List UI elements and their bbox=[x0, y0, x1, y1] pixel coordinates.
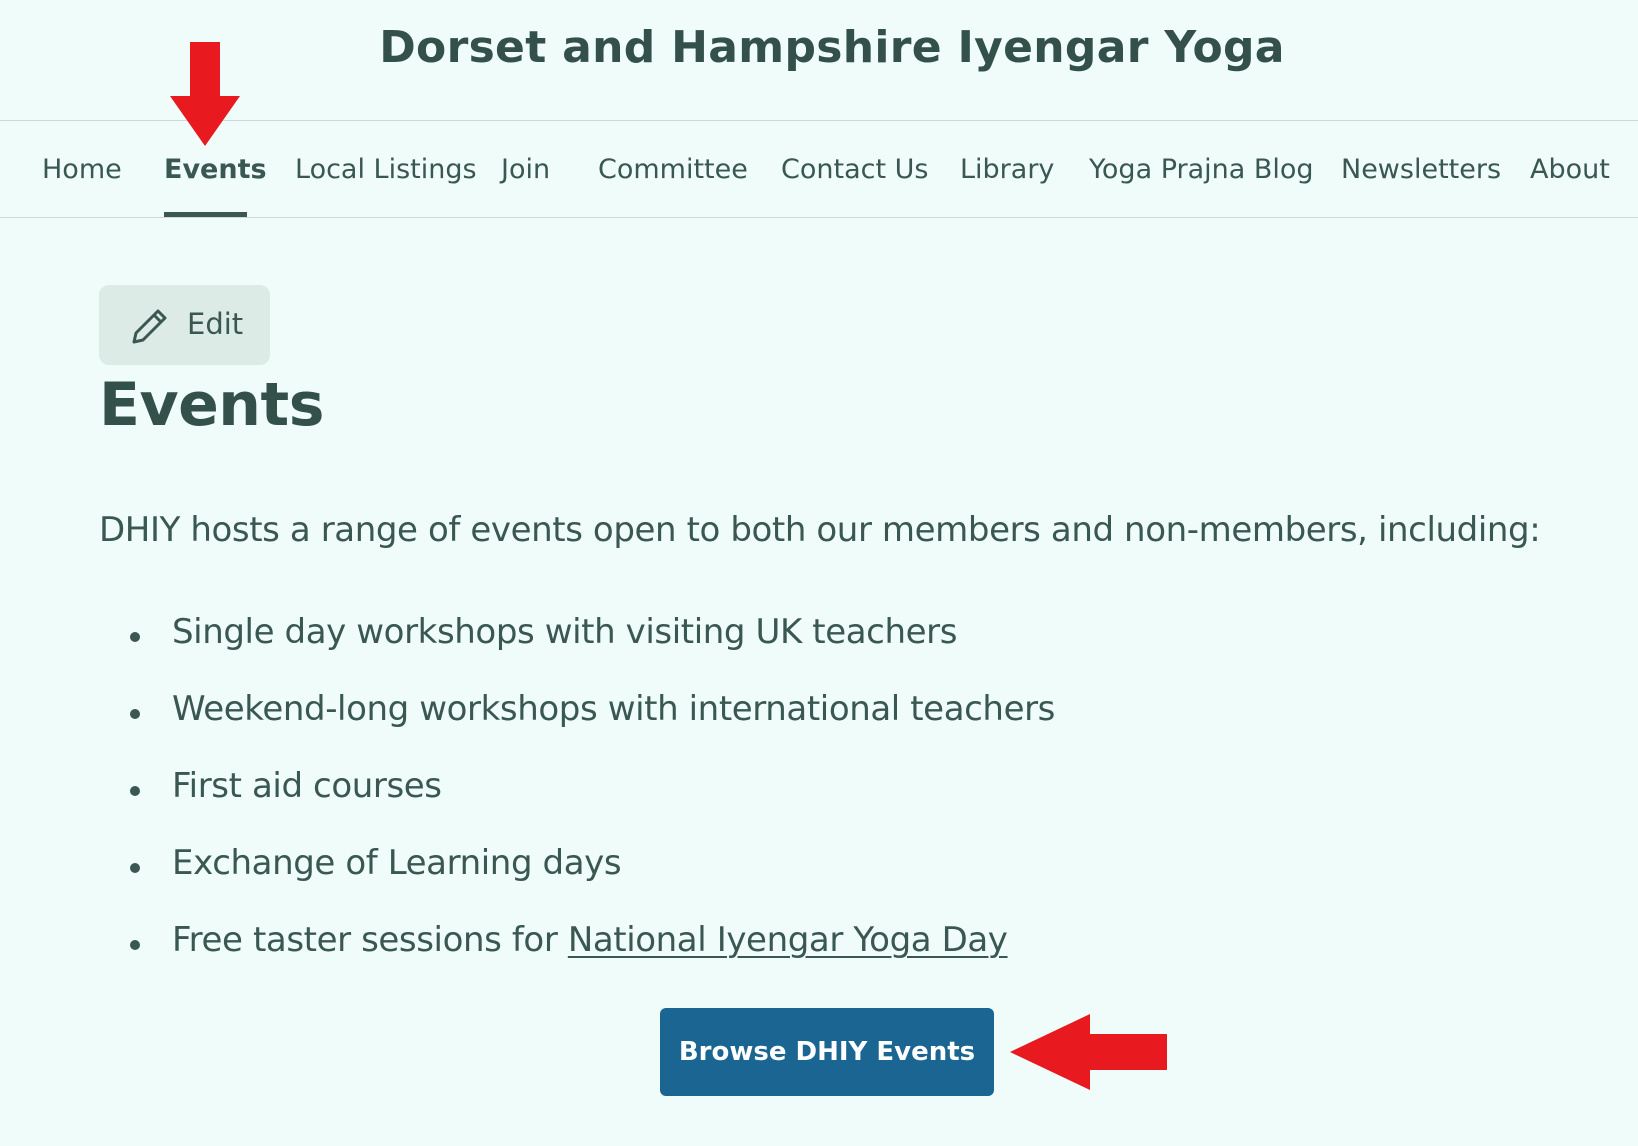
nav-item-home[interactable]: Home bbox=[42, 154, 122, 185]
list-item-text: Free taster sessions for National Iyenga… bbox=[172, 920, 1008, 960]
active-tab-indicator bbox=[164, 212, 247, 217]
bullet-icon bbox=[130, 632, 140, 642]
bullet-icon bbox=[130, 709, 140, 719]
nav-item-yoga-prajna-blog[interactable]: Yoga Prajna Blog bbox=[1089, 154, 1314, 185]
list-item-text: Single day workshops with visiting UK te… bbox=[172, 612, 958, 652]
bullet-icon bbox=[130, 786, 140, 796]
annotation-down-arrow-icon bbox=[170, 42, 240, 146]
pencil-icon bbox=[132, 309, 167, 344]
nav-item-join[interactable]: Join bbox=[501, 154, 550, 185]
annotation-left-arrow-icon bbox=[1010, 1014, 1167, 1090]
main-nav: Home Events Local Listings Join Committe… bbox=[0, 120, 1638, 218]
intro-text: DHIY hosts a range of events open to bot… bbox=[99, 510, 1541, 550]
national-iyengar-yoga-day-link[interactable]: National Iyengar Yoga Day bbox=[568, 920, 1008, 960]
nav-item-about[interactable]: About bbox=[1530, 154, 1610, 185]
list-item-prefix: Free taster sessions for bbox=[172, 920, 568, 960]
nav-item-events[interactable]: Events bbox=[164, 154, 267, 185]
list-item-text: Weekend-long workshops with internationa… bbox=[172, 689, 1055, 729]
edit-button[interactable]: Edit bbox=[99, 285, 270, 365]
list-item-text: First aid courses bbox=[172, 766, 442, 806]
bullet-icon bbox=[130, 863, 140, 873]
list-item-text: Exchange of Learning days bbox=[172, 843, 622, 883]
browse-dhiy-events-button[interactable]: Browse DHIY Events bbox=[660, 1008, 994, 1096]
page-title: Events bbox=[99, 370, 324, 440]
bullet-icon bbox=[130, 940, 140, 950]
site-header: Dorset and Hampshire Iyengar Yoga bbox=[0, 0, 1638, 121]
nav-item-committee[interactable]: Committee bbox=[598, 154, 748, 185]
nav-item-newsletters[interactable]: Newsletters bbox=[1341, 154, 1501, 185]
nav-item-library[interactable]: Library bbox=[960, 154, 1054, 185]
edit-label: Edit bbox=[187, 307, 244, 341]
site-title[interactable]: Dorset and Hampshire Iyengar Yoga bbox=[0, 22, 1638, 73]
nav-item-contact-us[interactable]: Contact Us bbox=[781, 154, 928, 185]
nav-item-local-listings[interactable]: Local Listings bbox=[295, 154, 477, 185]
